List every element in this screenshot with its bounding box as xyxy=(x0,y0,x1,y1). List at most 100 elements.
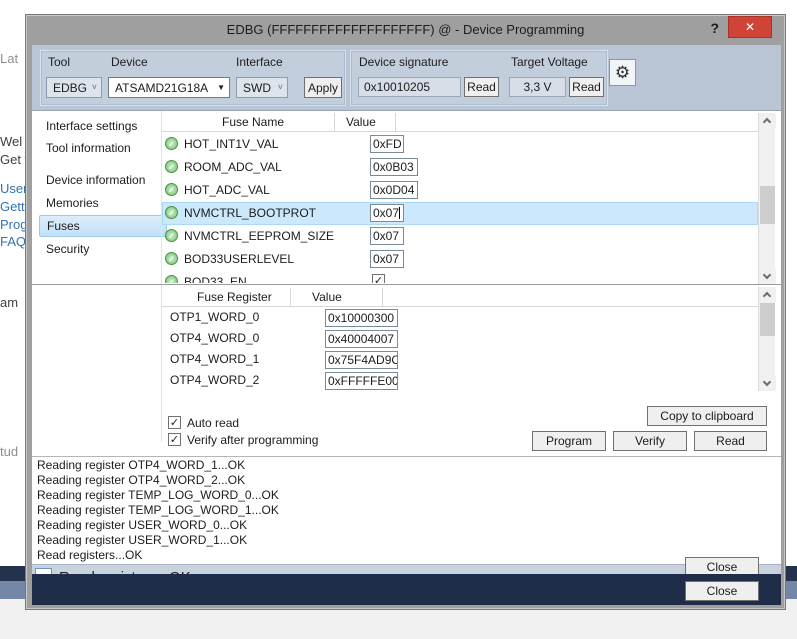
fuse-row-partial[interactable]: ✓ BOD33_EN ✓ xyxy=(162,271,758,283)
register-name: OTP4_WORD_0 xyxy=(170,331,259,345)
dialog-client-area: Tool Device Interface EDBG ˅ ATSAMD21G18… xyxy=(32,45,781,605)
fuse-checkbox-checked[interactable]: ✓ xyxy=(372,274,385,283)
title-bar[interactable]: EDBG (FFFFFFFFFFFFFFFFFFFF) @ - Device P… xyxy=(26,15,785,45)
verify-after-programming-checkbox[interactable]: ✓ xyxy=(168,433,181,446)
column-separator xyxy=(290,288,291,306)
read-voltage-button[interactable]: Read xyxy=(569,77,604,97)
background-link: User xyxy=(0,181,27,196)
scroll-down-button[interactable] xyxy=(759,376,776,391)
close-button[interactable]: Close xyxy=(685,581,759,601)
device-select-value: ATSAMD21G18A xyxy=(115,81,208,95)
fuse-value-input[interactable]: 0x0D04 xyxy=(370,181,418,199)
device-signature-field[interactable]: 0x10010205 xyxy=(358,77,461,97)
column-separator xyxy=(334,113,335,131)
chevron-up-icon xyxy=(763,118,771,126)
sidebar-item-security[interactable]: Security xyxy=(39,239,167,259)
register-name: OTP1_WORD_0 xyxy=(170,310,259,324)
fuse-name: NVMCTRL_EEPROM_SIZE xyxy=(184,229,334,243)
sidebar-item-device-information[interactable]: Device information xyxy=(39,170,167,190)
program-button[interactable]: Program xyxy=(532,431,606,451)
fuse-name: BOD33USERLEVEL xyxy=(184,252,294,266)
fuse-value-column-header[interactable]: Value xyxy=(346,115,376,129)
chevron-down-icon xyxy=(763,378,771,386)
fuse-row[interactable]: ✓ HOT_INT1V_VAL 0xFD xyxy=(162,133,758,156)
scroll-up-button[interactable] xyxy=(759,287,776,302)
register-row[interactable]: OTP4_WORD_1 0x75F4AD9C xyxy=(162,349,758,370)
chevron-up-icon xyxy=(763,292,771,300)
tool-select[interactable]: EDBG ˅ xyxy=(46,77,102,98)
target-voltage-field[interactable]: 3,3 V xyxy=(509,77,566,97)
window-title: EDBG (FFFFFFFFFFFFFFFFFFFF) @ - Device P… xyxy=(26,22,785,37)
close-icon: ✕ xyxy=(745,20,755,34)
background-text: Get t xyxy=(0,152,28,167)
scrollbar-thumb[interactable] xyxy=(760,303,775,336)
fuse-name: NVMCTRL_BOOTPROT xyxy=(184,206,316,220)
interface-label: Interface xyxy=(236,55,283,69)
fuse-row-selected[interactable]: ✓ NVMCTRL_BOOTPROT 0x07 xyxy=(162,202,758,225)
register-table-scrollbar[interactable] xyxy=(758,287,775,391)
fuse-row[interactable]: ✓ BOD33USERLEVEL 0x07 xyxy=(162,248,758,271)
signature-voltage-group: Device signature 0x10010205 Read Target … xyxy=(350,50,608,106)
fuse-name: HOT_ADC_VAL xyxy=(184,183,270,197)
tool-device-interface-group: Tool Device Interface EDBG ˅ ATSAMD21G18… xyxy=(40,50,346,106)
fuse-value-input[interactable]: 0x07 xyxy=(370,250,404,268)
register-value-input[interactable]: 0x75F4AD9C xyxy=(325,351,398,369)
tool-label: Tool xyxy=(48,55,70,69)
close-window-button[interactable]: ✕ xyxy=(728,16,772,38)
settings-button[interactable]: ⚙ xyxy=(609,59,636,86)
fuse-ok-icon: ✓ xyxy=(165,275,178,283)
register-row[interactable]: OTP1_WORD_0 0x10000300 xyxy=(162,307,758,328)
copy-to-clipboard-button[interactable]: Copy to clipboard xyxy=(647,406,767,426)
sidebar-item-fuses[interactable]: Fuses xyxy=(39,215,167,237)
sidebar-item-interface-settings[interactable]: Interface settings xyxy=(39,116,167,136)
fuse-value-input[interactable]: 0x0B03 xyxy=(370,158,418,176)
interface-select[interactable]: SWD ˅ xyxy=(236,77,288,98)
gear-icon: ⚙ xyxy=(615,63,630,82)
screen: Lat Wel Get t User Gett Prog FAQ am tud … xyxy=(0,0,797,639)
fuse-ok-icon: ✓ xyxy=(165,229,178,242)
background-link: Gett xyxy=(0,199,25,214)
register-value-input[interactable]: 0x10000300 xyxy=(325,309,398,327)
fuse-value-input[interactable]: 0xFD xyxy=(370,135,404,153)
column-separator xyxy=(382,288,383,306)
register-name: OTP4_WORD_2 xyxy=(170,373,259,387)
fuse-value-text: 0x07 xyxy=(373,206,399,220)
auto-read-label: Auto read xyxy=(187,416,239,430)
verify-button[interactable]: Verify xyxy=(613,431,687,451)
scroll-down-button[interactable] xyxy=(759,269,776,284)
register-value-input[interactable]: 0x40004007 xyxy=(325,330,398,348)
auto-read-checkbox[interactable]: ✓ xyxy=(168,416,181,429)
apply-button[interactable]: Apply xyxy=(304,77,342,98)
tool-select-value: EDBG xyxy=(53,81,87,95)
register-value-column-header[interactable]: Value xyxy=(312,290,342,304)
section-divider xyxy=(32,284,781,285)
scroll-up-button[interactable] xyxy=(759,113,776,128)
fuse-row[interactable]: ✓ ROOM_ADC_VAL 0x0B03 xyxy=(162,156,758,179)
scrollbar-thumb[interactable] xyxy=(760,186,775,224)
fuse-row[interactable]: ✓ HOT_ADC_VAL 0x0D04 xyxy=(162,179,758,202)
fuse-value-input[interactable]: 0x07 xyxy=(370,227,404,245)
fuse-row[interactable]: ✓ NVMCTRL_EEPROM_SIZE 0x07 xyxy=(162,225,758,248)
sidebar-item-memories[interactable]: Memories xyxy=(39,193,167,213)
background-text: Lat xyxy=(0,51,18,66)
background-text: tud xyxy=(0,444,18,459)
register-value-input[interactable]: 0xFFFFFE00 xyxy=(325,372,398,390)
device-signature-label: Device signature xyxy=(359,55,448,69)
help-button[interactable]: ? xyxy=(710,20,719,36)
fuse-register-column-header[interactable]: Fuse Register xyxy=(197,290,272,304)
read-signature-button[interactable]: Read xyxy=(464,77,499,97)
fuse-name: BOD33_EN xyxy=(184,275,247,283)
device-select[interactable]: ATSAMD21G18A ▼ xyxy=(108,77,230,98)
fuse-name-column-header[interactable]: Fuse Name xyxy=(222,115,284,129)
log-output[interactable]: Reading register OTP4_WORD_1...OK Readin… xyxy=(32,456,781,564)
fuse-table-scrollbar[interactable] xyxy=(758,113,775,284)
register-row[interactable]: OTP4_WORD_0 0x40004007 xyxy=(162,328,758,349)
verify-after-programming-label: Verify after programming xyxy=(187,433,318,447)
fuse-value-input-focused[interactable]: 0x07 xyxy=(370,204,404,222)
read-button[interactable]: Read xyxy=(694,431,767,451)
background-text: am xyxy=(0,295,18,310)
register-row-partial[interactable]: OTP4_WORD_2 0xFFFFFE00 xyxy=(162,370,758,390)
toolbar: Tool Device Interface EDBG ˅ ATSAMD21G18… xyxy=(32,45,781,111)
sidebar-item-tool-information[interactable]: Tool information xyxy=(39,138,167,158)
fuse-ok-icon: ✓ xyxy=(165,252,178,265)
